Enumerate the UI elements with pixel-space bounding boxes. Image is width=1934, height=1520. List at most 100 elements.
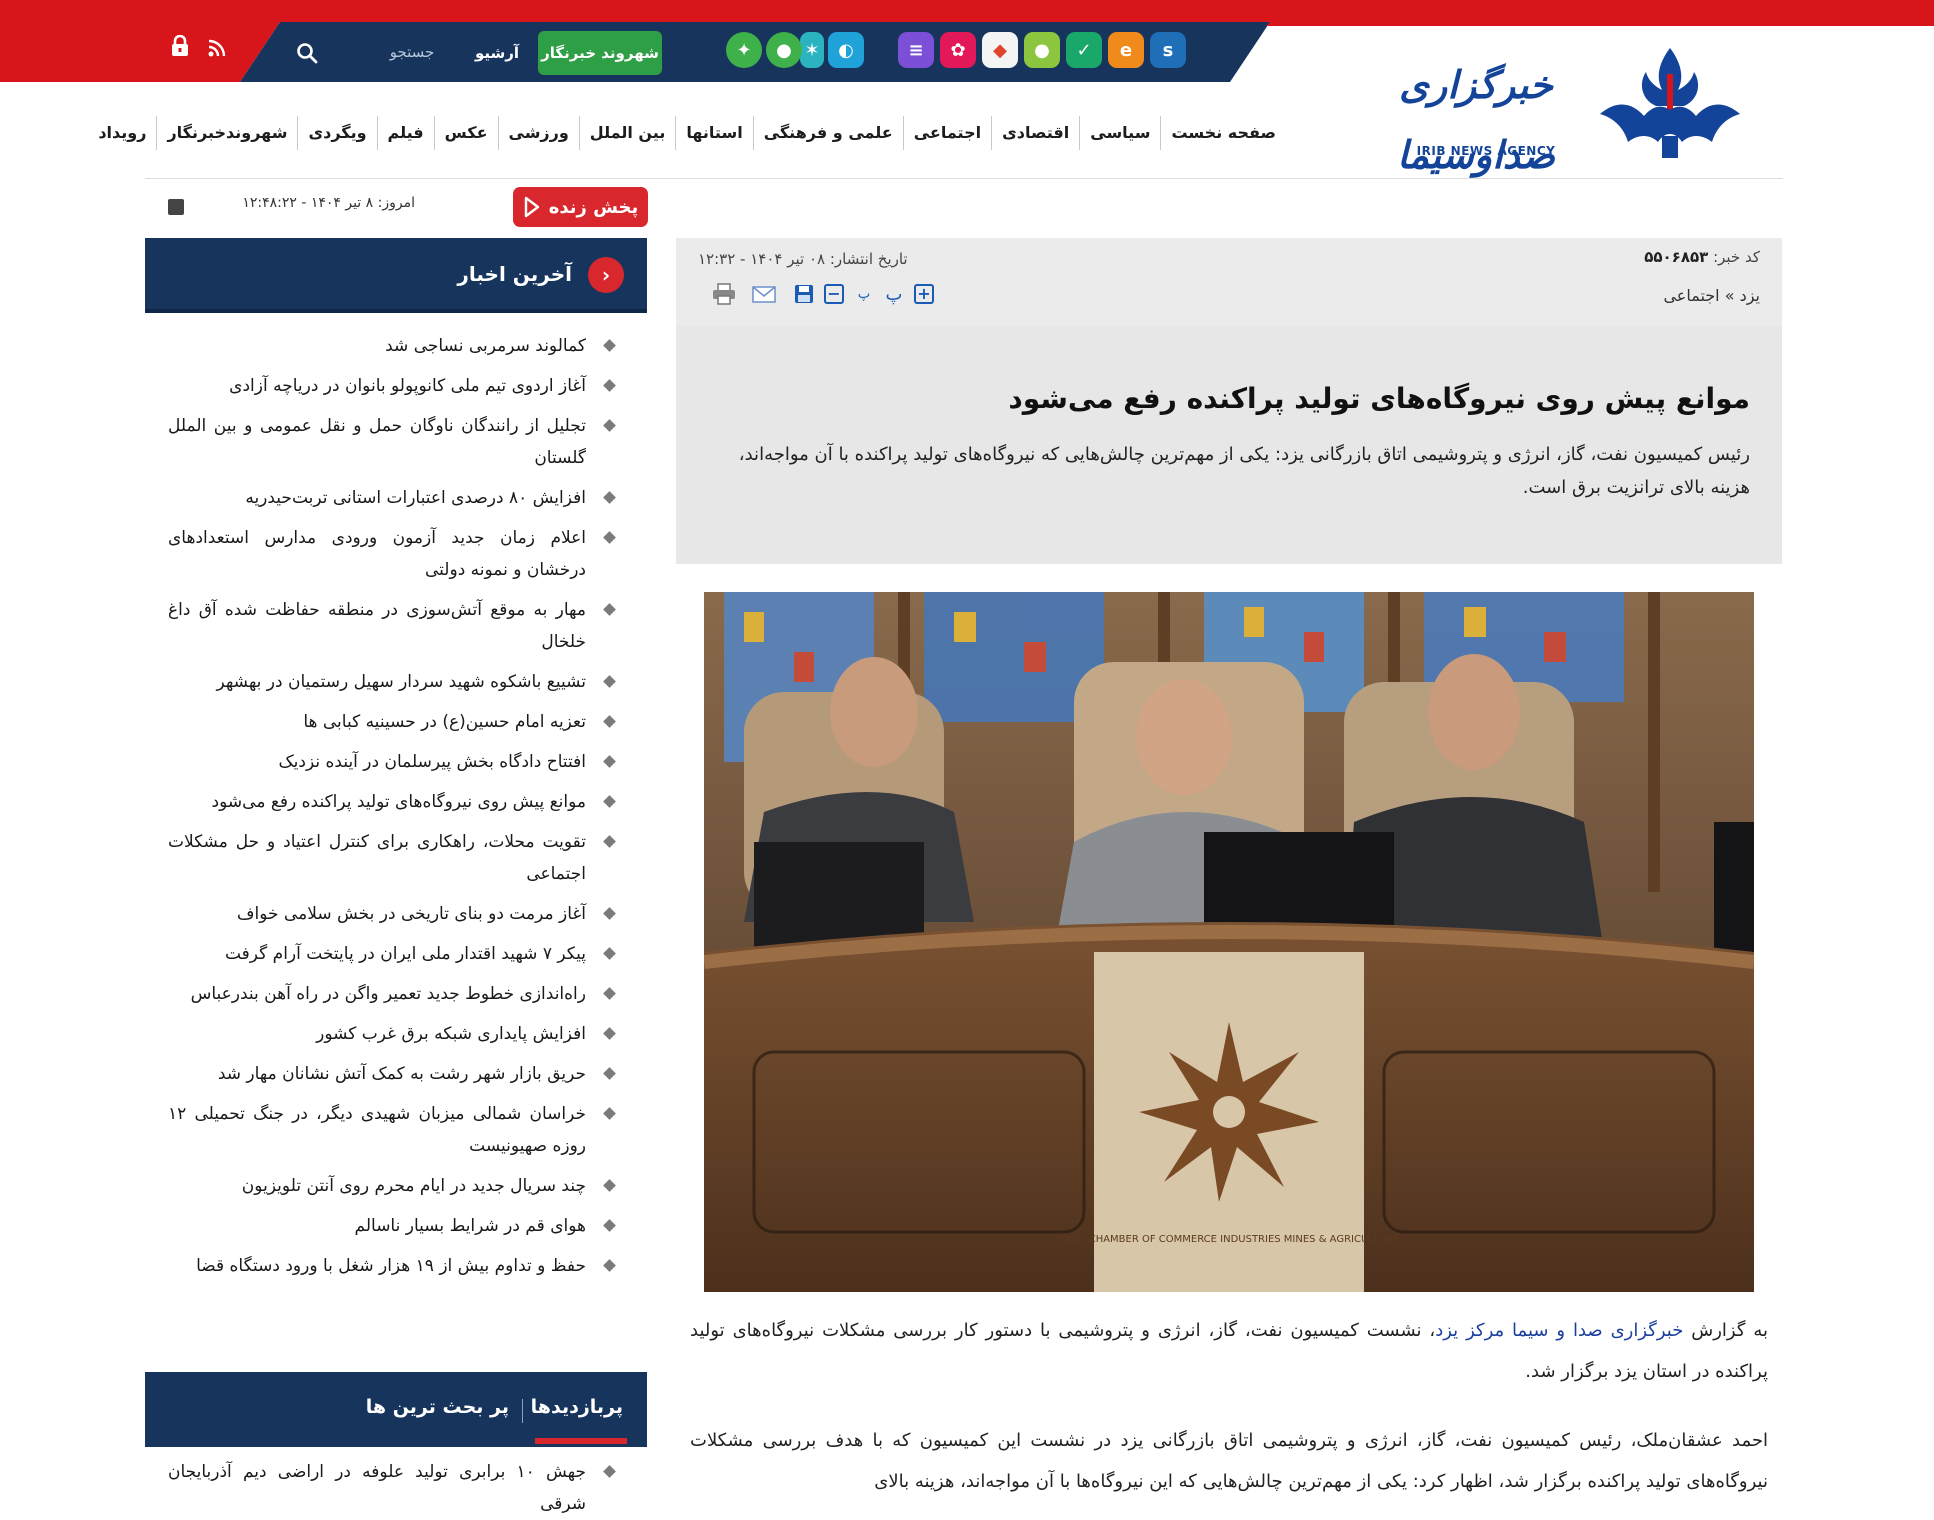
search-icon[interactable] (296, 42, 318, 64)
breadcrumb[interactable]: یزد » اجتماعی (1663, 286, 1760, 305)
list-item[interactable]: خراسان شمالی میزبان شهیدی دیگر، در جنگ ت… (168, 1098, 616, 1162)
save-icon[interactable] (792, 282, 816, 306)
article-photo[interactable]: YAZD CHAMBER OF COMMERCE INDUSTRIES MINE… (704, 592, 1754, 1292)
nav-item-science-culture[interactable]: علمی و فرهنگی (752, 116, 903, 150)
list-item-text[interactable]: جهش ۱۰ برابری تولید علوفه در اراضی دیم آ… (168, 1462, 586, 1514)
bullet-icon (603, 675, 616, 688)
article-meta-bar: کد خبر: ۵۵۰۶۸۵۳ تاریخ انتشار: ۰۸ تیر ۱۴۰… (676, 238, 1782, 326)
list-item[interactable]: افتتاح دادگاه بخش پیرسلمان در آینده نزدی… (168, 746, 616, 778)
nav-item-home[interactable]: صفحه نخست (1160, 116, 1286, 150)
nav-item-international[interactable]: بین الملل (578, 116, 676, 150)
bullet-icon (603, 1259, 616, 1272)
list-item[interactable]: تجلیل از رانندگان ناوگان حمل و نقل عمومی… (168, 410, 616, 474)
list-item[interactable]: مهار به موقع آتش‌سوزی در منطقه حفاظت شده… (168, 594, 616, 658)
bullet-icon (603, 603, 616, 616)
list-item-text[interactable]: کمالوند سرمربی نساجی شد (385, 336, 586, 356)
nav-item-economy[interactable]: اقتصادی (991, 116, 1079, 150)
list-item-text[interactable]: تشییع باشکوه شهید سردار سهیل رستمیان در … (216, 672, 586, 692)
list-item[interactable]: حفظ و تداوم بیش از ۱۹ هزار شغل با ورود د… (168, 1250, 616, 1282)
rss-icon[interactable] (207, 38, 227, 58)
lock-icon[interactable] (170, 35, 190, 57)
list-item[interactable]: آغاز مرمت دو بنای تاریخی در بخش سلامی خو… (168, 898, 616, 930)
list-item-text[interactable]: چند سریال جدید در ایام محرم روی آنتن تلو… (242, 1176, 586, 1196)
nav-item-provinces[interactable]: استانها (675, 116, 752, 150)
nav-item-features[interactable]: ویگردی (297, 116, 376, 150)
email-icon[interactable] (752, 282, 776, 306)
list-item[interactable]: افزایش ۸۰ درصدی اعتبارات استانی تربت‌حید… (168, 482, 616, 514)
sorush-icon[interactable]: s (1150, 32, 1186, 68)
article-lead-box: موانع پیش روی نیروگاه‌های تولید پراکنده … (676, 326, 1782, 564)
nav-item-events[interactable]: رویداد (88, 116, 156, 150)
search-input[interactable] (372, 40, 452, 64)
article-paragraph-1: به گزارش خبرگزاری صدا و سیما مرکز یزد، ن… (690, 1310, 1768, 1392)
list-item[interactable]: موانع پیش روی نیروگاه‌های تولید پراکنده … (168, 786, 616, 818)
nav-item-social[interactable]: اجتماعی (902, 116, 991, 150)
list-item-text[interactable]: افتتاح دادگاه بخش پیرسلمان در آینده نزدی… (278, 752, 586, 772)
aparat-icon[interactable]: ✿ (940, 32, 976, 68)
list-item[interactable]: چند سریال جدید در ایام محرم روی آنتن تلو… (168, 1170, 616, 1202)
gap-icon[interactable]: ● (1024, 32, 1060, 68)
list-item-text[interactable]: تقویت محلات، راهکاری برای کنترل اعتیاد و… (168, 832, 586, 884)
list-item[interactable]: کمالوند سرمربی نساجی شد (168, 330, 616, 362)
android-icon[interactable]: ✦ (726, 32, 762, 68)
list-item-text[interactable]: هوای قم در شرایط بسیار ناسالم (355, 1216, 586, 1236)
print-icon[interactable] (712, 282, 736, 306)
list-item-text[interactable]: آغاز مرمت دو بنای تاریخی در بخش سلامی خو… (237, 904, 586, 924)
list-item[interactable]: پیکر ۷ شهید اقتدار ملی ایران در پایتخت آ… (168, 938, 616, 970)
list-item-text[interactable]: آغاز اردوی تیم ملی کانوپولو بانوان در در… (229, 376, 586, 396)
nav-item-video[interactable]: فیلم (376, 116, 434, 150)
telewebion-icon[interactable]: ≡ (898, 32, 934, 68)
list-item-text[interactable]: پیکر ۷ شهید اقتدار ملی ایران در پایتخت آ… (225, 944, 586, 964)
calendar-icon (168, 199, 184, 215)
list-item-text[interactable]: حفظ و تداوم بیش از ۱۹ هزار شغل با ورود د… (196, 1256, 586, 1276)
nav-item-sports[interactable]: ورزشی (497, 116, 579, 150)
list-item-text[interactable]: حریق بازار شهر رشت به کمک آتش نشانان مها… (218, 1064, 586, 1084)
font-increase-button[interactable]: + (912, 282, 936, 306)
bullet-icon (603, 1107, 616, 1120)
shad-icon[interactable]: ✶ (800, 32, 824, 68)
list-item[interactable]: هوای قم در شرایط بسیار ناسالم (168, 1210, 616, 1242)
list-item[interactable]: تشییع باشکوه شهید سردار سهیل رستمیان در … (168, 666, 616, 698)
list-item[interactable]: جهش ۱۰ برابری تولید علوفه در اراضی دیم آ… (168, 1456, 616, 1520)
bullet-icon (603, 1027, 616, 1040)
list-item-text[interactable]: تجلیل از رانندگان ناوگان حمل و نقل عمومی… (168, 416, 586, 468)
list-item[interactable]: حریق بازار شهر رشت به کمک آتش نشانان مها… (168, 1058, 616, 1090)
list-item-text[interactable]: افزایش پایداری شبکه برق غرب کشور (316, 1024, 586, 1044)
tab-most-viewed[interactable]: پربازدیدها (531, 1396, 623, 1418)
active-tab-indicator (535, 1438, 627, 1444)
list-item[interactable]: آغاز اردوی تیم ملی کانوپولو بانوان در در… (168, 370, 616, 402)
irib-emblem-icon[interactable] (1598, 44, 1742, 160)
list-item-text[interactable]: خراسان شمالی میزبان شهیدی دیگر، در جنگ ت… (168, 1104, 586, 1156)
bullet-icon (603, 947, 616, 960)
citizen-reporter-button[interactable]: شهروند خبرنگار (538, 31, 662, 75)
rubika-icon[interactable]: ◆ (982, 32, 1018, 68)
nav-item-citizen-reporter[interactable]: شهروندخبرنگار (156, 116, 297, 150)
brand-logotype[interactable]: خبرگزاری صداوسیما (1376, 50, 1576, 177)
list-item-text[interactable]: راه‌اندازی خطوط جدید تعمیر واگن در راه آ… (191, 984, 586, 1004)
live-stream-button[interactable]: پخش زنده (513, 187, 648, 227)
list-item[interactable]: راه‌اندازی خطوط جدید تعمیر واگن در راه آ… (168, 978, 616, 1010)
list-item-text[interactable]: تعزیه امام حسین(ع) در حسینیه کبابی ها (303, 712, 586, 732)
font-decrease-button[interactable]: − (822, 282, 846, 306)
list-item[interactable]: افزایش پایداری شبکه برق غرب کشور (168, 1018, 616, 1050)
chevron-left-icon[interactable]: ‹ (588, 257, 624, 293)
nav-item-politics[interactable]: سیاسی (1079, 116, 1160, 150)
bale-icon[interactable]: ✓ (1066, 32, 1102, 68)
font-smaller-label[interactable]: پ (852, 282, 876, 306)
list-item-text[interactable]: افزایش ۸۰ درصدی اعتبارات استانی تربت‌حید… (245, 488, 586, 508)
nav-item-photo[interactable]: عکس (433, 116, 498, 150)
eitaa-icon[interactable]: e (1108, 32, 1144, 68)
list-item-text[interactable]: موانع پیش روی نیروگاه‌های تولید پراکنده … (212, 792, 586, 812)
source-link[interactable]: خبرگزاری صدا و سیما مرکز یزد (1435, 1320, 1683, 1341)
tab-most-discussed[interactable]: پر بحث ترین ها (366, 1396, 509, 1418)
igap-icon[interactable]: ◐ (828, 32, 864, 68)
list-item[interactable]: اعلام زمان جدید آزمون ورودی مدارس استعدا… (168, 522, 616, 586)
apple-icon[interactable]: ● (766, 32, 802, 68)
list-item[interactable]: تعزیه امام حسین(ع) در حسینیه کبابی ها (168, 706, 616, 738)
list-item[interactable]: تقویت محلات، راهکاری برای کنترل اعتیاد و… (168, 826, 616, 890)
font-larger-label[interactable]: پ (882, 282, 906, 306)
list-item-text[interactable]: مهار به موقع آتش‌سوزی در منطقه حفاظت شده… (168, 600, 586, 652)
bullet-icon (603, 339, 616, 352)
archive-link[interactable]: آرشیو (466, 31, 528, 75)
list-item-text[interactable]: اعلام زمان جدید آزمون ورودی مدارس استعدا… (168, 528, 586, 580)
